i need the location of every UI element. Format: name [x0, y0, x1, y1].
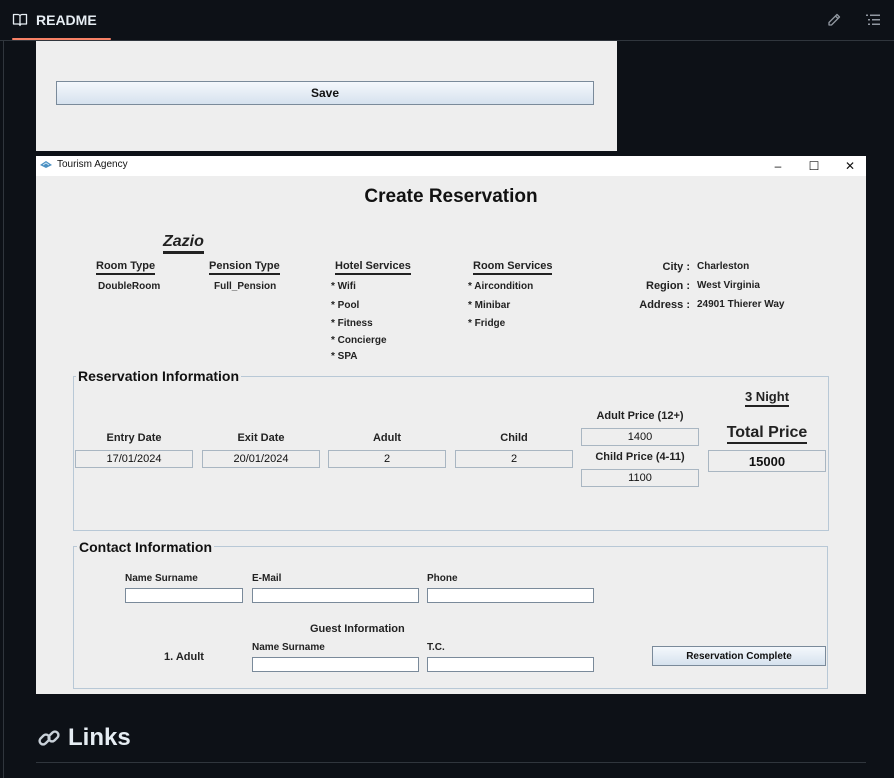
links-title: Links: [68, 724, 131, 751]
tc-input[interactable]: [427, 657, 594, 672]
city-value: Charleston: [697, 261, 750, 272]
adult-price-field[interactable]: 1400: [581, 428, 699, 446]
hotel-service-item: * Wifi: [331, 281, 356, 292]
hotel-name: Zazio: [163, 233, 204, 254]
contact-name-input[interactable]: [125, 588, 243, 603]
hotel-service-item: * SPA: [331, 351, 358, 362]
region-value: West Virginia: [697, 280, 760, 291]
region-label: Region :: [646, 280, 690, 292]
child-label: Child: [500, 432, 528, 444]
adult-label: Adult: [372, 432, 402, 444]
links-heading: Links: [36, 724, 131, 752]
guest-info-title: Guest Information: [310, 623, 405, 635]
tourism-agency-window: Tourism Agency – ☐ ✕ Create Reservation …: [36, 156, 866, 694]
hotel-service-item: * Fitness: [331, 318, 373, 329]
child-price-label: Child Price (4-11): [595, 451, 685, 463]
contact-name-label: Name Surname: [125, 573, 198, 584]
window-title: Tourism Agency: [57, 159, 128, 170]
link-icon: [36, 725, 62, 751]
email-label: E-Mail: [252, 573, 282, 584]
hotel-service-item: * Concierge: [331, 335, 387, 346]
pencil-icon: [826, 12, 842, 28]
book-icon: [12, 12, 28, 28]
address-value: 24901 Thierer Way: [697, 299, 785, 310]
city-label: City :: [662, 261, 691, 273]
list-icon: [865, 12, 881, 28]
room-services-label: Room Services: [473, 260, 553, 275]
window-titlebar: Tourism Agency – ☐ ✕: [36, 156, 866, 176]
save-button[interactable]: Save: [56, 81, 594, 105]
nights-label: 3 Night: [744, 389, 790, 407]
close-icon: ✕: [844, 159, 856, 173]
tc-label: T.C.: [427, 642, 445, 653]
hotel-service-item: * Pool: [331, 300, 360, 311]
readme-header: [0, 0, 894, 41]
total-price-container: Total Price: [708, 424, 826, 444]
room-type-label: Room Type: [96, 260, 156, 275]
entry-date-field[interactable]: 17/01/2024: [75, 450, 193, 468]
app-icon: [39, 159, 53, 171]
guest-row-label: 1. Adult: [164, 651, 204, 663]
readme-tab-label: README: [36, 12, 97, 28]
guest-name-label: Name Surname: [252, 642, 325, 653]
total-price-field[interactable]: 15000: [708, 450, 826, 472]
pension-type-label: Pension Type: [209, 260, 280, 275]
outline-button[interactable]: [859, 6, 887, 34]
page-title: Create Reservation: [364, 186, 538, 207]
save-panel: Save: [36, 41, 617, 151]
child-field[interactable]: 2: [455, 450, 573, 468]
readme-tab-underline: [12, 38, 111, 40]
phone-input[interactable]: [427, 588, 594, 603]
guest-name-input[interactable]: [252, 657, 419, 672]
room-service-item: * Fridge: [468, 318, 506, 329]
maximize-button[interactable]: ☐: [796, 156, 832, 176]
child-price-field[interactable]: 1100: [581, 469, 699, 487]
entry-date-label: Entry Date: [106, 432, 162, 444]
close-button[interactable]: ✕: [832, 156, 868, 176]
contact-info-title: Contact Information: [77, 539, 214, 555]
nights-container: 3 Night: [708, 388, 826, 407]
adult-price-label: Adult Price (12+): [596, 410, 684, 422]
room-type-value: DoubleRoom: [98, 281, 161, 292]
left-border: [3, 40, 4, 778]
links-divider: [36, 762, 866, 763]
minimize-button[interactable]: –: [760, 156, 796, 176]
address-label: Address :: [639, 299, 690, 311]
pension-type-value: Full_Pension: [214, 281, 277, 292]
minimize-icon: –: [774, 159, 782, 173]
email-input[interactable]: [252, 588, 419, 603]
exit-date-field[interactable]: 20/01/2024: [202, 450, 320, 468]
adult-field[interactable]: 2: [328, 450, 446, 468]
room-service-item: * Minibar: [468, 300, 511, 311]
hotel-services-label: Hotel Services: [335, 260, 411, 275]
room-service-item: * Aircondition: [468, 281, 534, 292]
readme-tab[interactable]: README: [12, 0, 97, 40]
edit-button[interactable]: [820, 6, 848, 34]
total-price-label: Total Price: [726, 424, 808, 444]
reservation-info-title: Reservation Information: [76, 368, 242, 384]
phone-label: Phone: [427, 573, 458, 584]
maximize-icon: ☐: [808, 159, 820, 173]
exit-date-label: Exit Date: [237, 432, 285, 444]
reservation-complete-button[interactable]: Reservation Complete: [652, 646, 826, 666]
